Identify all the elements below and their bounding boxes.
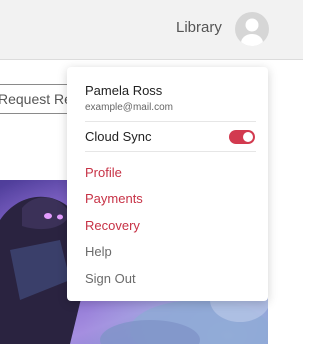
user-avatar-icon[interactable] xyxy=(235,12,269,46)
library-link[interactable]: Library xyxy=(176,19,222,36)
menu-item-payments[interactable]: Payments xyxy=(85,191,143,206)
user-name: Pamela Ross xyxy=(85,83,163,98)
menu-divider xyxy=(85,151,256,152)
toggle-knob xyxy=(243,132,253,142)
menu-item-recovery[interactable]: Recovery xyxy=(85,218,140,233)
user-silhouette-icon xyxy=(241,18,263,46)
menu-divider xyxy=(85,121,256,122)
cloud-sync-toggle[interactable] xyxy=(229,130,255,144)
cloud-sync-label: Cloud Sync xyxy=(85,129,152,144)
menu-item-sign-out[interactable]: Sign Out xyxy=(85,271,136,286)
user-email: example@mail.com xyxy=(85,102,173,113)
menu-item-help[interactable]: Help xyxy=(85,244,112,259)
user-dropdown-menu: Pamela Ross example@mail.com Cloud Sync … xyxy=(67,67,268,301)
top-header: Library xyxy=(0,0,303,60)
menu-item-profile[interactable]: Profile xyxy=(85,165,122,180)
